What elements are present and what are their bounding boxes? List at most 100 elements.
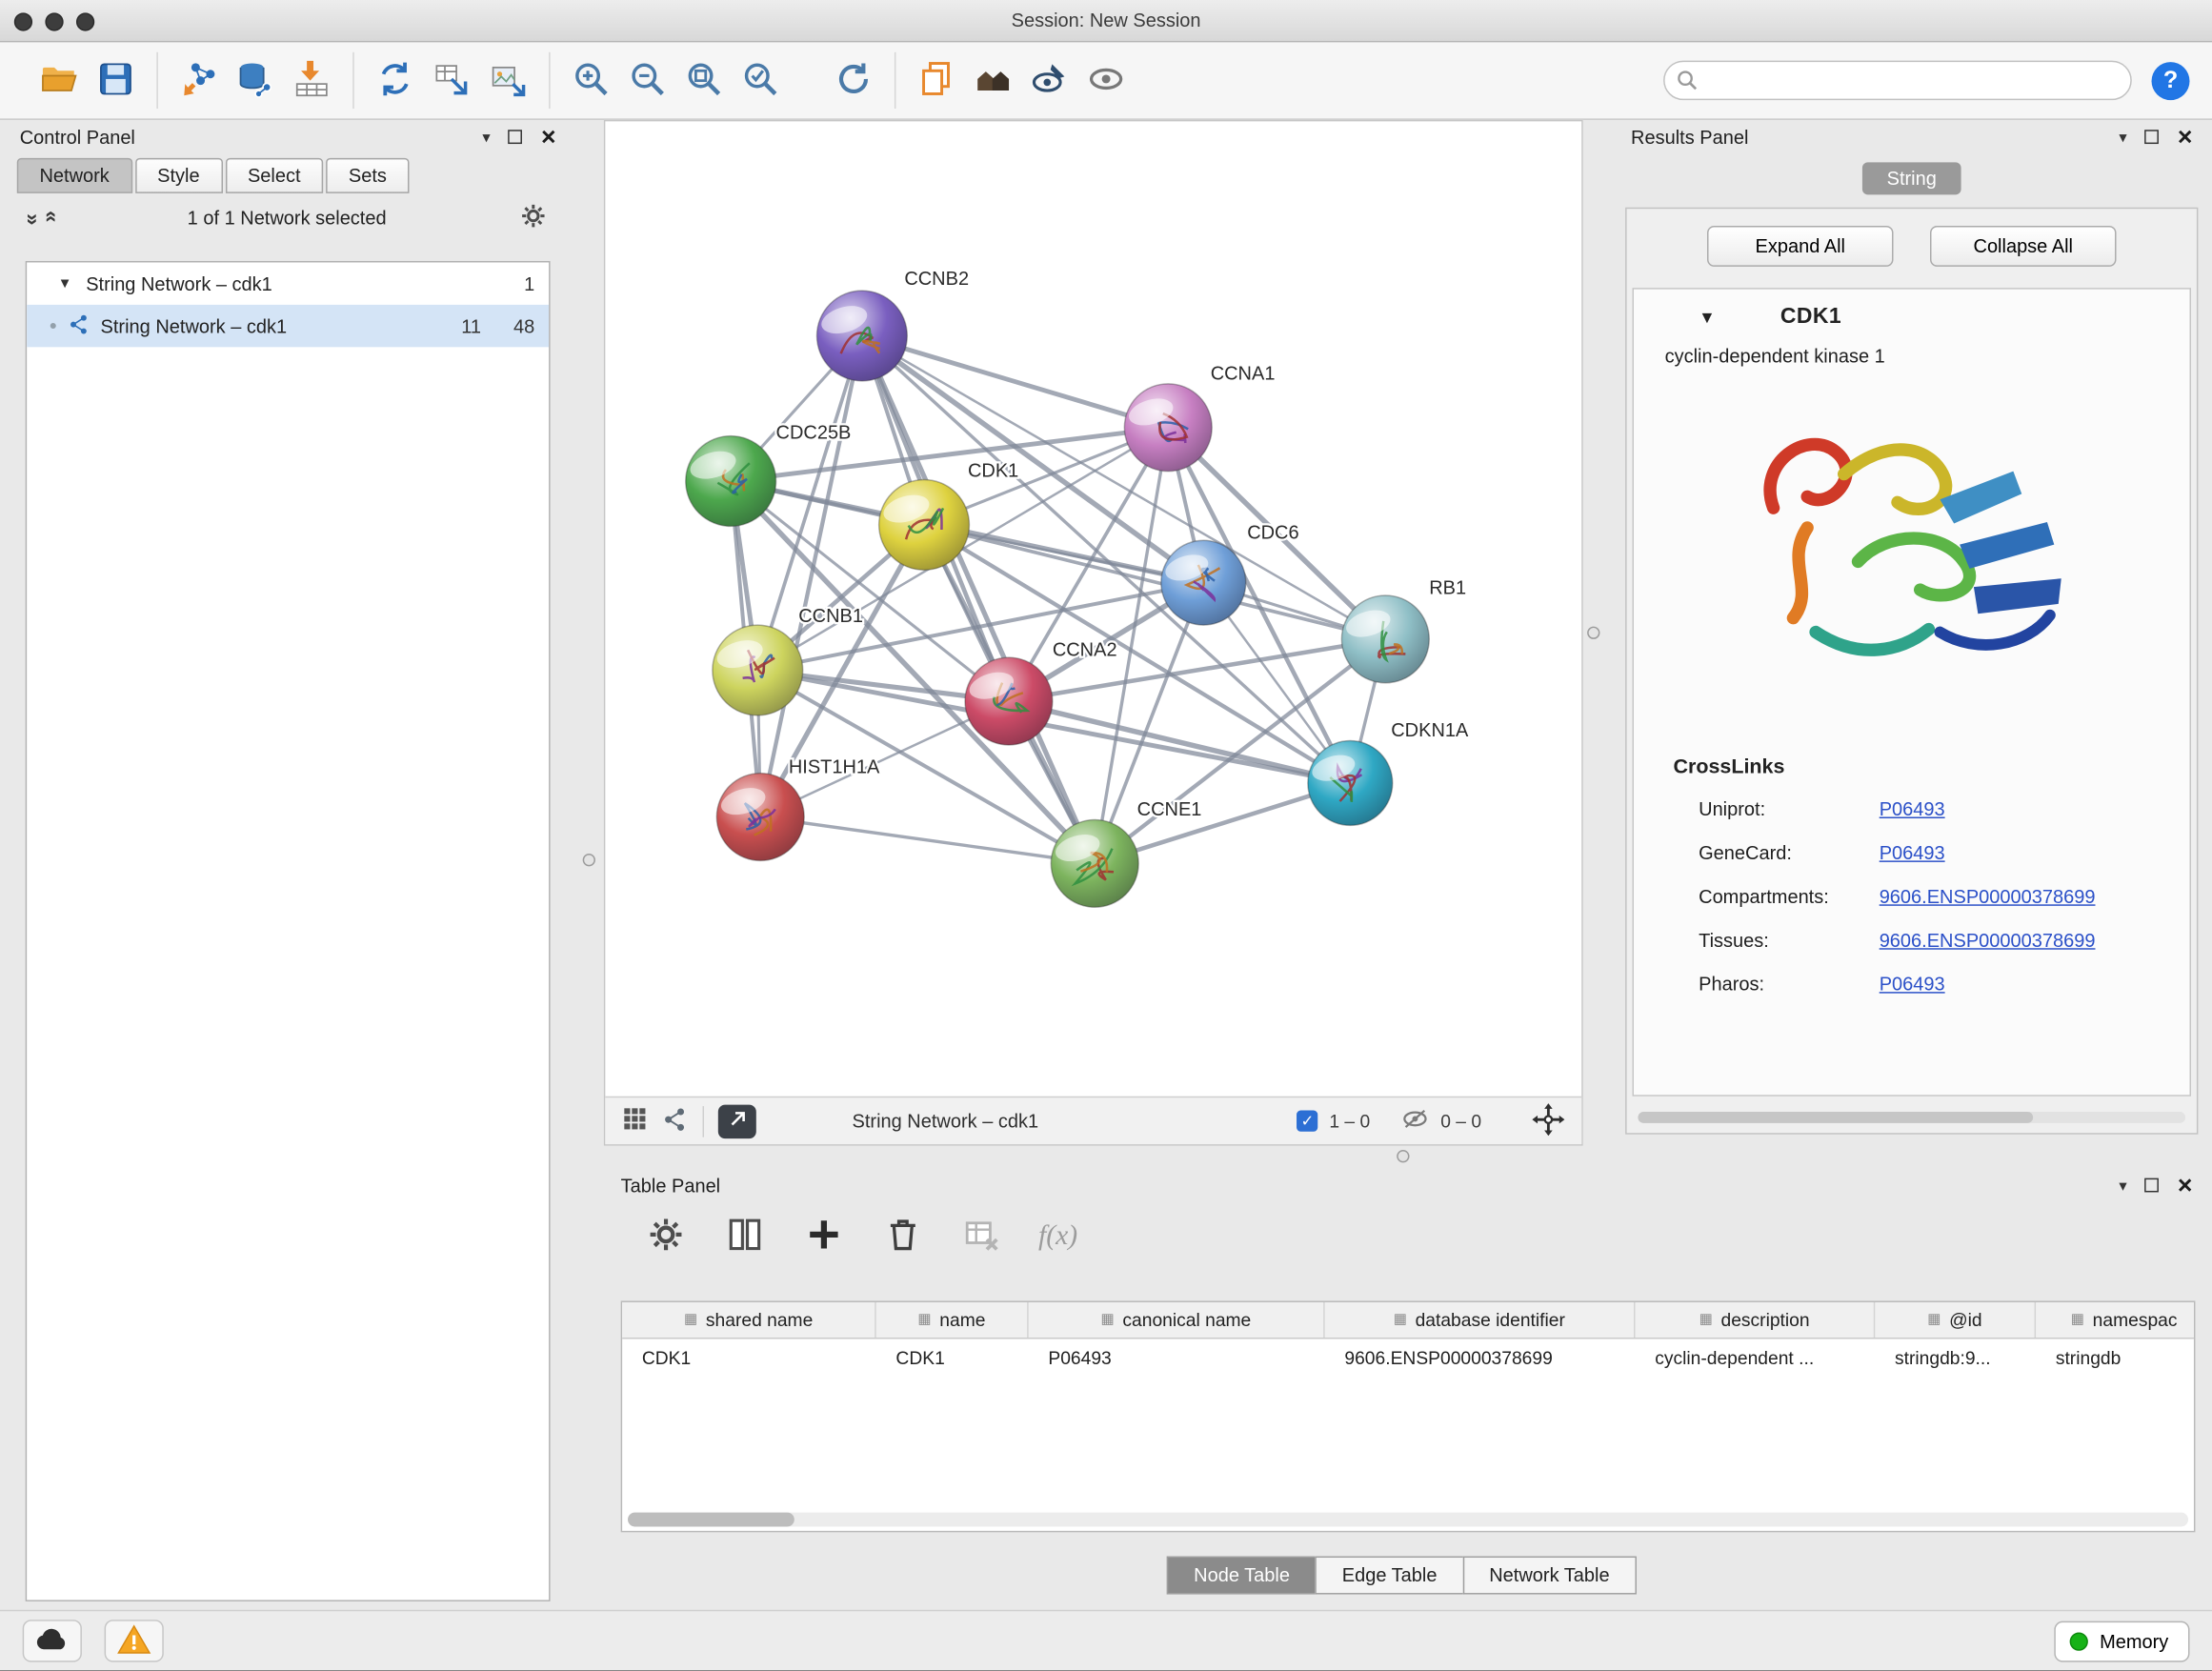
hide-selected-button[interactable] bbox=[1021, 50, 1077, 110]
table-panel-title: Table Panel bbox=[621, 1175, 721, 1196]
pan-tool-button[interactable] bbox=[1532, 1102, 1564, 1139]
tab-style[interactable]: Style bbox=[134, 158, 222, 193]
column-header-shared-name[interactable]: ▦shared name bbox=[622, 1302, 876, 1338]
column-header-description[interactable]: ▦description bbox=[1635, 1302, 1875, 1338]
network-node-CDKN1A[interactable]: CDKN1A bbox=[1308, 720, 1469, 825]
tab-edge-table[interactable]: Edge Table bbox=[1316, 1557, 1464, 1595]
search-input[interactable] bbox=[1663, 61, 2132, 100]
table-row[interactable]: CDK1CDK1P064939606.ENSP00000378699cyclin… bbox=[622, 1339, 2194, 1377]
scrollbar-thumb[interactable] bbox=[628, 1513, 794, 1527]
selected-count: 1 – 0 bbox=[1329, 1111, 1370, 1132]
zoom-selected-button[interactable] bbox=[733, 50, 789, 110]
zoom-in-button[interactable] bbox=[563, 50, 619, 110]
expand-all-button[interactable]: Expand All bbox=[1707, 226, 1893, 267]
open-folder-icon bbox=[39, 58, 78, 102]
results-horizontal-scrollbar[interactable] bbox=[1638, 1112, 2185, 1123]
help-button[interactable]: ? bbox=[2152, 61, 2190, 99]
crosslink-value[interactable]: P06493 bbox=[1880, 842, 1945, 863]
open-session-button[interactable] bbox=[31, 50, 88, 110]
float-panel-icon[interactable] bbox=[2145, 1178, 2160, 1193]
edge-count: 48 bbox=[481, 315, 534, 336]
open-in-new-window-button[interactable] bbox=[718, 1104, 756, 1138]
scrollbar-thumb[interactable] bbox=[1638, 1112, 2033, 1123]
import-network-database-button[interactable] bbox=[227, 50, 283, 110]
minimize-window-button[interactable] bbox=[45, 12, 63, 30]
collapse-panel-icon[interactable]: ▾ bbox=[2119, 128, 2126, 146]
copy-document-button[interactable] bbox=[909, 50, 965, 110]
show-columns-button[interactable] bbox=[722, 1214, 767, 1258]
window-title: Session: New Session bbox=[0, 10, 2212, 30]
tree-expand-icon[interactable]: ▼ bbox=[58, 276, 72, 292]
refresh-view-button[interactable] bbox=[825, 50, 881, 110]
right-splitter-handle[interactable] bbox=[1587, 627, 1599, 639]
gene-name: CDK1 bbox=[1780, 305, 1841, 331]
tab-sets[interactable]: Sets bbox=[326, 158, 409, 193]
left-splitter-handle[interactable] bbox=[583, 854, 595, 866]
zoom-fit-button[interactable] bbox=[675, 50, 732, 110]
network-options-button[interactable] bbox=[519, 201, 548, 233]
bottom-splitter-handle[interactable] bbox=[1397, 1150, 1409, 1162]
section-collapse-icon[interactable]: ▼ bbox=[1699, 308, 1716, 328]
string-settings-button[interactable] bbox=[662, 1105, 689, 1137]
crosslink-value[interactable]: P06493 bbox=[1880, 974, 1945, 995]
table-delete-icon bbox=[962, 1214, 1001, 1258]
network-canvas[interactable]: CCNB2CCNA1CDC25BCDK1CDC6RB1CCNB1CCNA2CDK… bbox=[605, 121, 1581, 1096]
network-node-RB1[interactable]: RB1 bbox=[1341, 578, 1466, 683]
crosslink-value[interactable]: 9606.ENSP00000378699 bbox=[1880, 886, 2096, 907]
collapse-all-button[interactable]: Collapse All bbox=[1930, 226, 2116, 267]
collapse-panel-icon[interactable]: ▾ bbox=[2119, 1176, 2126, 1194]
zoom-out-button[interactable] bbox=[619, 50, 675, 110]
import-table-button[interactable] bbox=[284, 50, 340, 110]
expand-all-icon[interactable]: » bbox=[38, 212, 62, 221]
tab-select[interactable]: Select bbox=[225, 158, 323, 193]
network-collection-row[interactable]: ▼ String Network – cdk1 1 bbox=[27, 262, 549, 304]
tab-string[interactable]: String bbox=[1862, 162, 1961, 194]
column-header-canonical-name[interactable]: ▦canonical name bbox=[1029, 1302, 1325, 1338]
memory-button[interactable]: Memory bbox=[2055, 1621, 2190, 1662]
tab-node-table[interactable]: Node Table bbox=[1167, 1557, 1317, 1595]
crosslink-row: GeneCard:P06493 bbox=[1634, 831, 2190, 875]
birds-eye-view-button[interactable] bbox=[622, 1106, 648, 1136]
column-header-namespac[interactable]: ▦namespac bbox=[2036, 1302, 2195, 1338]
tab-network-table[interactable]: Network Table bbox=[1462, 1557, 1637, 1595]
network-node-CCNB1[interactable]: CCNB1 bbox=[713, 606, 863, 715]
network-graph[interactable]: CCNB2CCNA1CDC25BCDK1CDC6RB1CCNB1CCNA2CDK… bbox=[605, 121, 1581, 1096]
float-panel-icon[interactable] bbox=[509, 130, 523, 144]
zoom-in-icon bbox=[572, 58, 611, 102]
column-header-name[interactable]: ▦name bbox=[876, 1302, 1029, 1338]
table-horizontal-scrollbar[interactable] bbox=[628, 1513, 2188, 1527]
network-node-CCNB2[interactable]: CCNB2 bbox=[816, 269, 969, 381]
export-image-button[interactable] bbox=[480, 50, 536, 110]
crosslink-value[interactable]: P06493 bbox=[1880, 798, 1945, 819]
cloud-status-button[interactable] bbox=[23, 1620, 82, 1661]
close-window-button[interactable] bbox=[14, 12, 32, 30]
collapse-panel-icon[interactable]: ▾ bbox=[482, 128, 490, 146]
zoom-window-button[interactable] bbox=[76, 12, 94, 30]
close-panel-icon[interactable]: × bbox=[2178, 124, 2193, 150]
selected-nodes-checkbox[interactable]: ✓ bbox=[1297, 1111, 1317, 1132]
crosslink-value[interactable]: 9606.ENSP00000378699 bbox=[1880, 930, 2096, 951]
import-network-file-button[interactable] bbox=[171, 50, 227, 110]
network-node-CDK1[interactable]: CDK1 bbox=[879, 461, 1019, 571]
save-icon bbox=[96, 58, 135, 102]
save-session-button[interactable] bbox=[88, 50, 144, 110]
column-header--id[interactable]: ▦@id bbox=[1875, 1302, 2036, 1338]
tab-network[interactable]: Network bbox=[17, 158, 132, 193]
show-all-button[interactable] bbox=[1077, 50, 1134, 110]
column-header-database-identifier[interactable]: ▦database identifier bbox=[1325, 1302, 1636, 1338]
float-panel-icon[interactable] bbox=[2145, 130, 2160, 144]
table-options-button[interactable] bbox=[643, 1214, 688, 1258]
protein-structure-image bbox=[1634, 390, 2190, 715]
delete-column-button[interactable] bbox=[880, 1214, 925, 1258]
new-network-button[interactable] bbox=[367, 50, 423, 110]
network-node-CDC6[interactable]: CDC6 bbox=[1161, 523, 1299, 625]
network-node-CCNA1[interactable]: CCNA1 bbox=[1124, 363, 1275, 471]
first-neighbors-button[interactable] bbox=[965, 50, 1021, 110]
close-panel-icon[interactable]: × bbox=[2178, 1173, 2193, 1198]
network-node-HIST1H1A[interactable]: HIST1H1A bbox=[716, 757, 880, 861]
network-from-table-button[interactable] bbox=[423, 50, 479, 110]
warnings-button[interactable] bbox=[105, 1620, 164, 1661]
create-column-button[interactable] bbox=[801, 1214, 846, 1258]
network-row[interactable]: • String Network – cdk1 11 48 bbox=[27, 305, 549, 347]
close-panel-icon[interactable]: × bbox=[541, 124, 556, 150]
